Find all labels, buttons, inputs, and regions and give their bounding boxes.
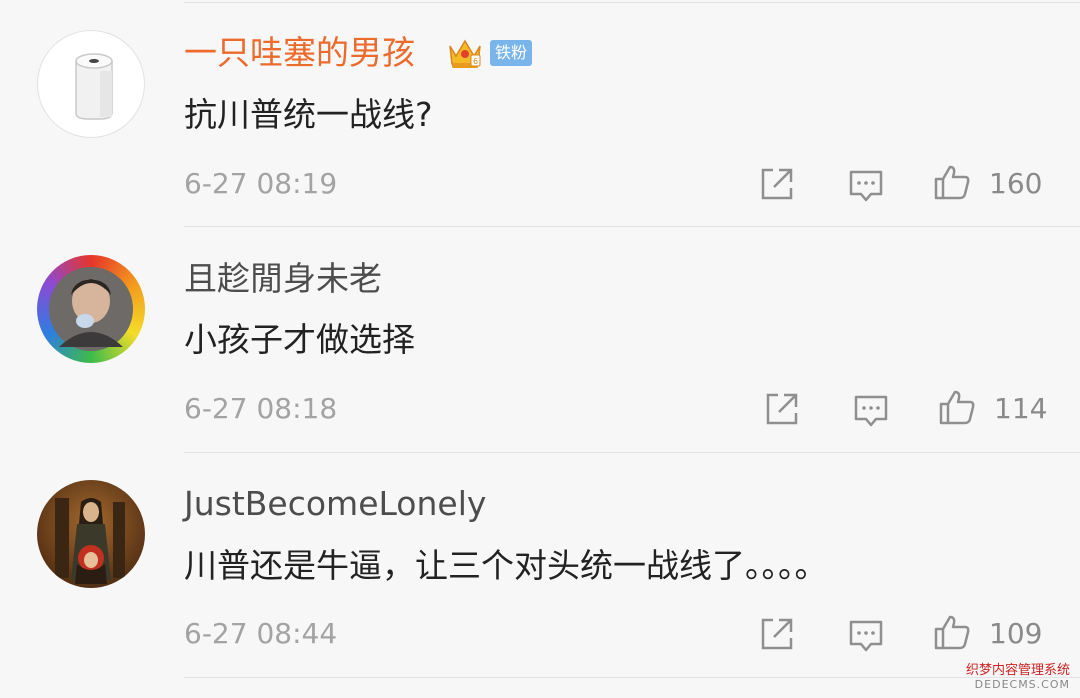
avatar[interactable] bbox=[37, 255, 145, 363]
avatar[interactable] bbox=[37, 30, 145, 138]
toilet-paper-icon bbox=[75, 53, 113, 120]
comment-item: 且趁閒身未老 小孩子才做选择 6-27 08:18 114 bbox=[0, 227, 1080, 453]
like-icon[interactable] bbox=[937, 387, 977, 427]
crown-icon[interactable]: 6 bbox=[447, 32, 483, 70]
comment-item: JustBecomeLonely 川普还是牛逼，让三个对头统一战线了。。。。 6… bbox=[0, 453, 1080, 678]
timestamp: 6-27 08:19 bbox=[184, 167, 338, 200]
share-icon[interactable] bbox=[757, 164, 797, 204]
comment-text: 川普还是牛逼，让三个对头统一战线了。。。。 bbox=[184, 546, 828, 585]
watermark: 织梦内容管理系统 DEDECMS.COM bbox=[966, 664, 1070, 692]
divider bbox=[184, 677, 1080, 678]
avatar[interactable] bbox=[37, 480, 145, 588]
anime-scene-icon bbox=[55, 498, 125, 584]
fan-badge[interactable]: 铁粉 bbox=[490, 40, 533, 66]
comment-text: 抗川普统一战线? bbox=[184, 95, 433, 134]
comment-icon[interactable] bbox=[846, 165, 886, 205]
svg-text:6: 6 bbox=[473, 57, 478, 66]
comment-item: 一只哇塞的男孩 6 铁粉 抗川普统一战线? 6-27 08:19 160 bbox=[0, 0, 1080, 227]
like-icon[interactable] bbox=[932, 162, 972, 202]
comment-text: 小孩子才做选择 bbox=[184, 320, 415, 359]
share-icon[interactable] bbox=[757, 614, 797, 654]
watermark-title: 织梦内容管理系统 bbox=[965, 663, 1070, 678]
like-count: 109 bbox=[989, 617, 1043, 650]
share-icon[interactable] bbox=[762, 389, 802, 429]
comment-icon[interactable] bbox=[846, 615, 886, 655]
like-count: 160 bbox=[989, 167, 1043, 200]
person-icon bbox=[49, 267, 133, 351]
like-count: 114 bbox=[994, 392, 1048, 425]
username[interactable]: 且趁閒身未老 bbox=[184, 259, 382, 299]
timestamp: 6-27 08:18 bbox=[184, 392, 338, 425]
comment-icon[interactable] bbox=[851, 390, 891, 430]
like-icon[interactable] bbox=[932, 612, 972, 652]
username[interactable]: JustBecomeLonely bbox=[184, 484, 486, 524]
divider bbox=[184, 2, 1080, 3]
username[interactable]: 一只哇塞的男孩 bbox=[184, 33, 415, 73]
timestamp: 6-27 08:44 bbox=[184, 617, 338, 650]
watermark-domain: DEDECMS.COM bbox=[974, 678, 1070, 691]
